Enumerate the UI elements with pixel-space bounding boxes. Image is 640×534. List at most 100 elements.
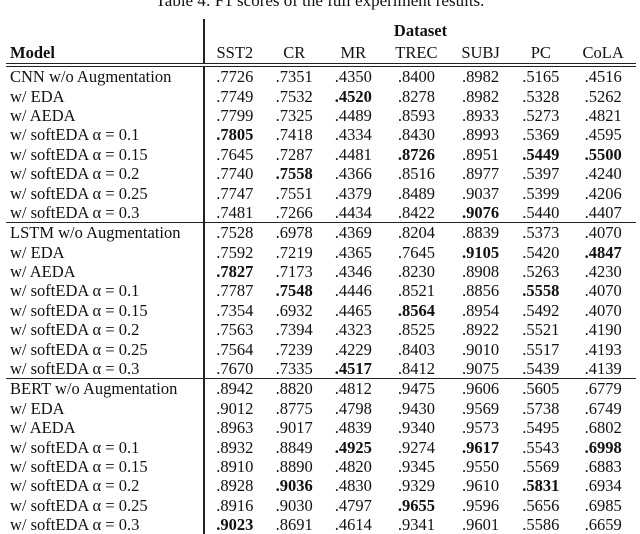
score-cell-sst2: .7799 (216, 105, 254, 125)
score-cell-trec: .7645 (397, 242, 435, 262)
score-cell-cr: .7239 (275, 339, 313, 359)
score-cell-sst2: .9012 (216, 398, 254, 418)
score-cell-pc: .5439 (522, 359, 560, 379)
score-cell-trec: .8400 (397, 67, 435, 87)
table-row: BERT w/o Augmentation .8942.8820.4812.947… (6, 378, 636, 399)
score-cell-mr: .4365 (334, 242, 372, 262)
table-row: w/ softEDA α = 0.25 .7747 .7551 .4379 .8489.… (6, 183, 636, 203)
score-cell-cola: .6749 (584, 398, 622, 418)
score-cell-cola: .4407 (584, 202, 622, 222)
model-name-cell: w/ softEDA α = 0.25 (6, 495, 205, 515)
table-row: w/ softEDA α = 0.15 .7354 .6932 .4465 .8564.… (6, 300, 636, 321)
score-cell-subj: .8954 (462, 300, 500, 320)
header-columns-row: Model SST2 CR MR TREC SUBJ PC CoLA (6, 40, 636, 67)
score-cell-pc: .5397 (522, 164, 560, 184)
score-cell-cr: .8775 (275, 398, 313, 418)
score-cell-subj: .9617 (462, 437, 500, 457)
score-cell-sst2: .7563 (216, 320, 254, 340)
model-name-cell: w/ softEDA α = 0.3 (6, 358, 205, 379)
score-cell-subj: .9076 (462, 202, 500, 222)
score-cell-subj: .9606 (449, 378, 512, 399)
score-cell-mr: .4517 (334, 359, 372, 379)
score-cell-subj: .9601 (462, 515, 500, 534)
score-cell-mr: .4346 (334, 262, 372, 282)
score-cell-sst2: .7645 (216, 144, 254, 164)
score-cell-subj: .9105 (462, 242, 500, 262)
score-cell-pc: .5495 (522, 418, 560, 438)
score-cell-trec: .8489 (397, 183, 435, 203)
score-cell-cr: .7325 (275, 105, 313, 125)
model-name-cell: CNN w/o Augmentation (6, 65, 205, 87)
score-cell-trec: .8412 (397, 359, 435, 379)
score-cell-pc: .5165 (522, 67, 560, 87)
score-cell-pc: .5656 (522, 495, 560, 515)
score-cell-pc: .5586 (522, 515, 560, 534)
column-header-sst2: SST2 (204, 40, 265, 67)
score-cell-cola: .5262 (584, 86, 622, 106)
table-row: w/ softEDA α = 0.1 .8932 .8849 .4925 .9274 .9… (6, 437, 636, 457)
model-name-cell: w/ softEDA α = 0.25 (6, 183, 205, 203)
table-row: w/ softEDA α = 0.15 .8910 .8890 .4820 .9345.… (6, 456, 636, 477)
score-cell-mr: .4839 (334, 418, 372, 438)
score-cell-cr: .6932 (275, 300, 313, 320)
score-cell-cola: .4847 (584, 242, 622, 262)
model-column-header: Model (6, 40, 205, 67)
score-cell-subj: .8908 (462, 262, 500, 282)
model-name-cell: w/ softEDA α = 0.25 (6, 339, 205, 359)
score-cell-cr: .7394 (275, 320, 313, 340)
score-cell-subj: .9569 (462, 398, 500, 418)
model-name-cell: LSTM w/o Augmentation (6, 222, 205, 243)
score-cell-trec: .8403 (397, 339, 435, 359)
score-cell-cr: .9030 (275, 495, 313, 515)
score-cell-cr: .7418 (275, 125, 313, 145)
score-cell-cr: .7173 (275, 262, 313, 282)
score-cell-cr: .9017 (275, 418, 313, 438)
score-cell-pc: .5831 (522, 476, 560, 496)
score-cell-subj: .9610 (462, 476, 500, 496)
table-row: w/ softEDA α = 0.15 .7645 .7287 .4481 .8726.… (6, 144, 636, 164)
score-cell-sst2: .7564 (216, 339, 254, 359)
score-cell-cola: .6934 (584, 476, 622, 496)
score-cell-pc: .5328 (522, 86, 560, 106)
model-name-cell: w/ softEDA α = 0.1 (6, 437, 205, 457)
score-cell-cola: .4821 (584, 105, 622, 125)
score-cell-cola: .6883 (584, 457, 622, 476)
score-cell-trec: .8430 (397, 125, 435, 145)
score-cell-subj: .8977 (462, 164, 500, 184)
score-cell-cr: .7558 (275, 164, 313, 184)
table-row: w/ EDA .9012 .8775 .4798 .9430 .9569 .5738 .674… (6, 398, 636, 419)
score-cell-cr: .8890 (275, 457, 313, 476)
score-cell-cola: .6659 (584, 515, 622, 534)
score-cell-mr: .4369 (323, 222, 383, 243)
model-name-cell: w/ AEDA (6, 105, 205, 126)
table-row: w/ softEDA α = 0.3 .7670 .7335 .4517 .8412 .9… (6, 358, 636, 379)
score-cell-trec: .8521 (397, 281, 435, 301)
table-row: CNN w/o Augmentation .7726 .7351 .4350 .8400… (6, 65, 636, 87)
score-cell-cola: .4230 (584, 262, 622, 282)
table-row: w/ EDA .7749 .7532 .4520 .8278 .8982 .5328 .526… (6, 86, 636, 106)
score-cell-subj: .8933 (462, 105, 500, 125)
score-cell-mr: .4229 (334, 339, 372, 359)
score-cell-subj: .8922 (462, 320, 500, 340)
score-cell-subj: .9010 (462, 339, 500, 359)
score-cell-mr: .4446 (334, 281, 372, 301)
score-cell-pc: .5440 (522, 202, 560, 222)
score-cell-sst2: .7740 (216, 164, 254, 184)
score-cell-cola: .4070 (584, 300, 622, 320)
score-cell-pc: .5738 (522, 398, 560, 418)
score-cell-sst2: .7481 (216, 202, 254, 222)
score-cell-mr: .4614 (334, 515, 372, 534)
score-cell-trec: .9341 (397, 515, 435, 534)
score-cell-trec: .8516 (397, 164, 435, 184)
score-cell-sst2: .8963 (216, 418, 254, 438)
score-cell-pc: .5569 (522, 457, 560, 476)
score-cell-mr: .4334 (334, 125, 372, 145)
model-name-cell: w/ EDA (6, 242, 205, 262)
score-cell-trec: .9329 (397, 476, 435, 496)
model-name-cell: BERT w/o Augmentation (6, 378, 205, 399)
score-cell-cr: .7351 (275, 67, 313, 87)
model-name-cell: w/ softEDA α = 0.1 (6, 125, 205, 145)
score-cell-cola: .4240 (584, 164, 622, 184)
score-cell-pc: .5492 (522, 300, 560, 320)
score-cell-pc: .5369 (522, 125, 560, 145)
